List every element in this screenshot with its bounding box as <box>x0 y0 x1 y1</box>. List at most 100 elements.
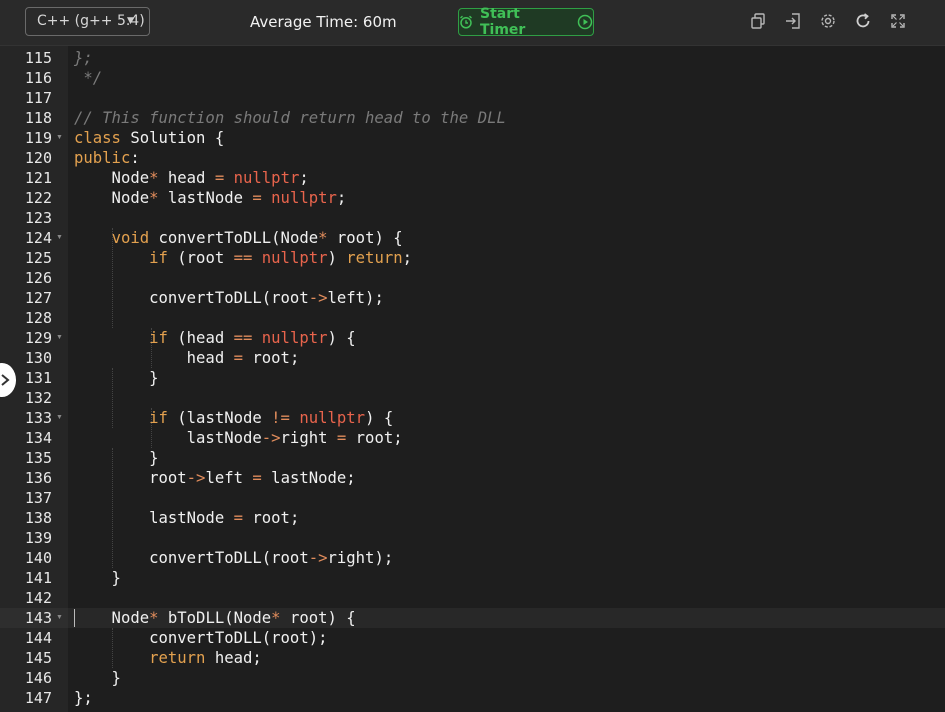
code-token: head <box>158 169 215 187</box>
code-token: public <box>74 149 131 167</box>
code-token: convertToDLL(root <box>74 289 309 307</box>
code-token: nullptr <box>271 189 337 207</box>
code-token: return <box>346 249 403 267</box>
line-number: 129 <box>24 329 52 347</box>
code-line: if (lastNode != nullptr) { <box>74 408 393 428</box>
code-token: ; <box>299 169 309 187</box>
line-number: 128 <box>24 309 52 327</box>
code-line: lastNode->right = root; <box>74 428 403 448</box>
fullscreen-icon[interactable] <box>889 12 907 30</box>
line-number: 147 <box>24 689 52 707</box>
code-line: if (root == nullptr) return; <box>74 248 412 268</box>
code-token: * <box>149 189 159 207</box>
indent-guide <box>112 228 113 328</box>
line-number: 126 <box>24 269 52 287</box>
code-token: = <box>336 429 347 447</box>
code-token: } <box>74 669 121 687</box>
code-token: -> <box>308 549 328 567</box>
code-token: left <box>205 469 253 487</box>
line-number: 144 <box>24 629 52 647</box>
code-token: head <box>74 349 234 367</box>
code-line: class Solution { <box>74 128 224 148</box>
code-token: -> <box>186 469 206 487</box>
sign-in-icon[interactable] <box>784 12 802 30</box>
line-number: 145 <box>24 649 52 667</box>
code-line: */ <box>74 68 102 88</box>
code-token: Node <box>74 609 150 627</box>
code-token: ) { <box>327 329 356 347</box>
code-line: Node* bToDLL(Node* root) { <box>74 608 356 628</box>
line-number: 134 <box>24 429 52 447</box>
line-number: 124 <box>24 229 52 247</box>
start-timer-button[interactable]: Start Timer <box>458 6 594 38</box>
refresh-icon[interactable] <box>854 12 872 30</box>
code-token: = <box>252 469 262 487</box>
code-token: = <box>252 189 262 207</box>
start-timer-label: Start Timer <box>480 6 526 38</box>
code-token: void <box>111 229 150 247</box>
code-token: root; <box>243 509 300 527</box>
indent-guide <box>112 368 113 428</box>
code-token: root; <box>346 429 403 447</box>
code-token: return <box>149 649 206 667</box>
code-token: * <box>271 609 281 627</box>
code-line: } <box>74 368 158 388</box>
code-token: }; <box>74 689 93 707</box>
code-token: (head <box>167 329 234 347</box>
code-token: nullptr <box>233 169 300 187</box>
code-line: lastNode = root; <box>74 508 299 528</box>
code-line: convertToDLL(root->right); <box>74 548 393 568</box>
copy-icon[interactable] <box>749 12 767 30</box>
average-time: Average Time: 60m <box>250 13 397 31</box>
code-token: lastNode; <box>261 469 356 487</box>
code-token: } <box>74 569 121 587</box>
code-token: } <box>74 449 159 467</box>
code-line: head = root; <box>74 348 300 368</box>
code-line: if (head == nullptr) { <box>74 328 356 348</box>
language-select[interactable]: C++ (g++ 5.4) ▼ <box>25 7 150 36</box>
code-line: return head; <box>74 648 262 668</box>
editor-toolbar: C++ (g++ 5.4) ▼ Average Time: 60m Start … <box>0 0 945 46</box>
code-token: root) { <box>327 229 403 247</box>
code-token: bToDLL(Node <box>158 609 272 627</box>
chevron-down-icon: ▼ <box>127 16 134 26</box>
code-token: * <box>149 609 159 627</box>
code-token: if <box>149 249 168 267</box>
code-token: head; <box>205 649 262 667</box>
line-number: 115 <box>24 49 52 67</box>
code-token: lastNode <box>158 189 253 207</box>
code-token: -> <box>261 429 281 447</box>
code-token: ; <box>336 189 347 207</box>
code-token: == <box>233 249 253 267</box>
code-line: } <box>74 568 121 588</box>
fold-chevron-icon[interactable]: ▼ <box>56 328 63 348</box>
code-line: public: <box>74 148 140 168</box>
code-line: convertToDLL(root->left); <box>74 288 384 308</box>
code-token: lastNode <box>74 509 234 527</box>
code-line: void convertToDLL(Node* root) { <box>74 228 403 248</box>
code-token: left); <box>327 289 384 307</box>
code-token: convertToDLL(root <box>74 549 309 567</box>
fold-chevron-icon[interactable]: ▼ <box>56 408 63 428</box>
line-number: 121 <box>24 169 52 187</box>
code-token: root <box>74 469 187 487</box>
code-token: * <box>149 169 159 187</box>
code-token: ) { <box>365 409 394 427</box>
code-token: nullptr <box>261 329 328 347</box>
fold-chevron-icon[interactable]: ▼ <box>56 128 63 148</box>
code-token: class <box>74 129 121 147</box>
code-token: nullptr <box>261 249 328 267</box>
gear-icon[interactable] <box>819 12 837 30</box>
fold-chevron-icon[interactable]: ▼ <box>56 228 63 248</box>
line-number: 136 <box>24 469 52 487</box>
line-number: 139 <box>24 529 52 547</box>
fold-chevron-icon[interactable]: ▼ <box>56 608 63 628</box>
code-token: * <box>318 229 328 247</box>
code-token: = <box>233 509 243 527</box>
